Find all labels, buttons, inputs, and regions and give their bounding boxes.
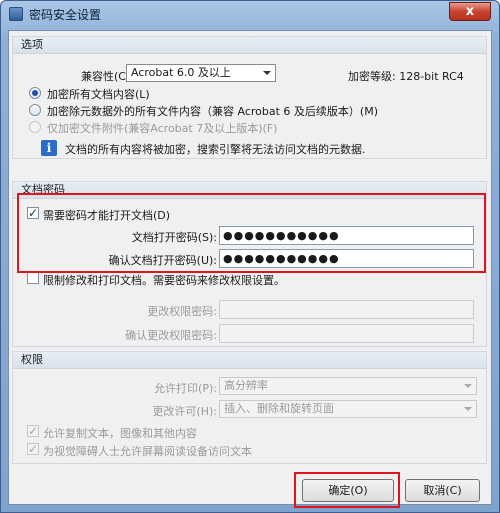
allow-print-select[interactable]: 高分辨率 <box>219 377 477 395</box>
options-group: 选项 兼容性(C): Acrobat 6.0 及以上 加密等级: 128-bit… <box>12 36 487 159</box>
restrict-editing-checkbox[interactable] <box>27 272 39 284</box>
chevron-down-icon <box>464 384 472 388</box>
change-permission-select[interactable]: 插入、删除和旋转页面 <box>219 400 477 418</box>
radio-encrypt-all[interactable] <box>29 87 41 99</box>
permissions-header: 权限 <box>13 352 486 369</box>
confirm-change-permissions-label: 确认更改权限密码: <box>125 329 217 342</box>
allow-copy-label: 允许复制文本，图像和其他内容 <box>43 427 197 440</box>
screen-reader-checkbox[interactable]: ✓ <box>27 443 39 455</box>
allow-print-value: 高分辨率 <box>224 379 268 392</box>
allow-copy-checkbox[interactable]: ✓ <box>27 425 39 437</box>
screen-reader-label: 为视觉障碍人士允许屏幕阅读设备访问文本 <box>43 445 252 458</box>
change-permission-value: 插入、删除和旋转页面 <box>224 402 334 415</box>
compat-select[interactable]: Acrobat 6.0 及以上 <box>126 64 276 82</box>
dialog-body: 选项 兼容性(C): Acrobat 6.0 及以上 加密等级: 128-bit… <box>8 30 492 508</box>
restrict-editing-label[interactable]: 限制修改和打印文档。需要密码来修改权限设置。 <box>43 272 285 288</box>
cancel-button[interactable]: 取消(C) <box>405 479 480 502</box>
chevron-down-icon <box>464 407 472 411</box>
radio-encrypt-all-label[interactable]: 加密所有文档内容(L) <box>47 86 150 102</box>
window-title: 密码安全设置 <box>29 8 102 22</box>
confirm-change-permissions-field[interactable] <box>219 324 474 343</box>
password-security-dialog: 密码安全设置 x 选项 兼容性(C): Acrobat 6.0 及以上 加密等级… <box>0 0 500 513</box>
change-permission-label: 更改许可(H): <box>152 405 217 418</box>
chevron-down-icon <box>263 71 271 75</box>
app-icon <box>9 7 23 21</box>
permissions-group: 权限 允许打印(P): 高分辨率 更改许可(H): 插入、删除和旋转页面 ✓ 允… <box>12 351 487 464</box>
options-header: 选项 <box>13 37 486 54</box>
change-permissions-password-field[interactable] <box>219 300 474 319</box>
change-permissions-password-label: 更改权限密码: <box>147 305 217 318</box>
compat-value: Acrobat 6.0 及以上 <box>131 66 231 79</box>
radio-encrypt-attachments[interactable] <box>29 121 41 133</box>
ok-highlight-box <box>294 472 400 508</box>
encryption-level: 加密等级: 128-bit RC4 <box>348 70 464 83</box>
close-button[interactable]: x <box>449 2 491 21</box>
info-icon: i <box>41 140 57 156</box>
allow-print-label: 允许打印(P): <box>154 382 217 395</box>
radio-encrypt-except-metadata[interactable] <box>29 104 41 116</box>
info-text: 文档的所有内容将被加密，搜索引擎将无法访问文档的元数据. <box>65 143 366 156</box>
radio-encrypt-except-metadata-label[interactable]: 加密除元数据外的所有文件内容（兼容 Acrobat 6 及后续版本）(M) <box>47 103 378 119</box>
radio-encrypt-attachments-label: 仅加密文件附件(兼容Acrobat 7及以上版本)(F) <box>47 122 278 135</box>
title-bar: 密码安全设置 x <box>1 1 499 27</box>
password-highlight-box <box>17 193 486 273</box>
